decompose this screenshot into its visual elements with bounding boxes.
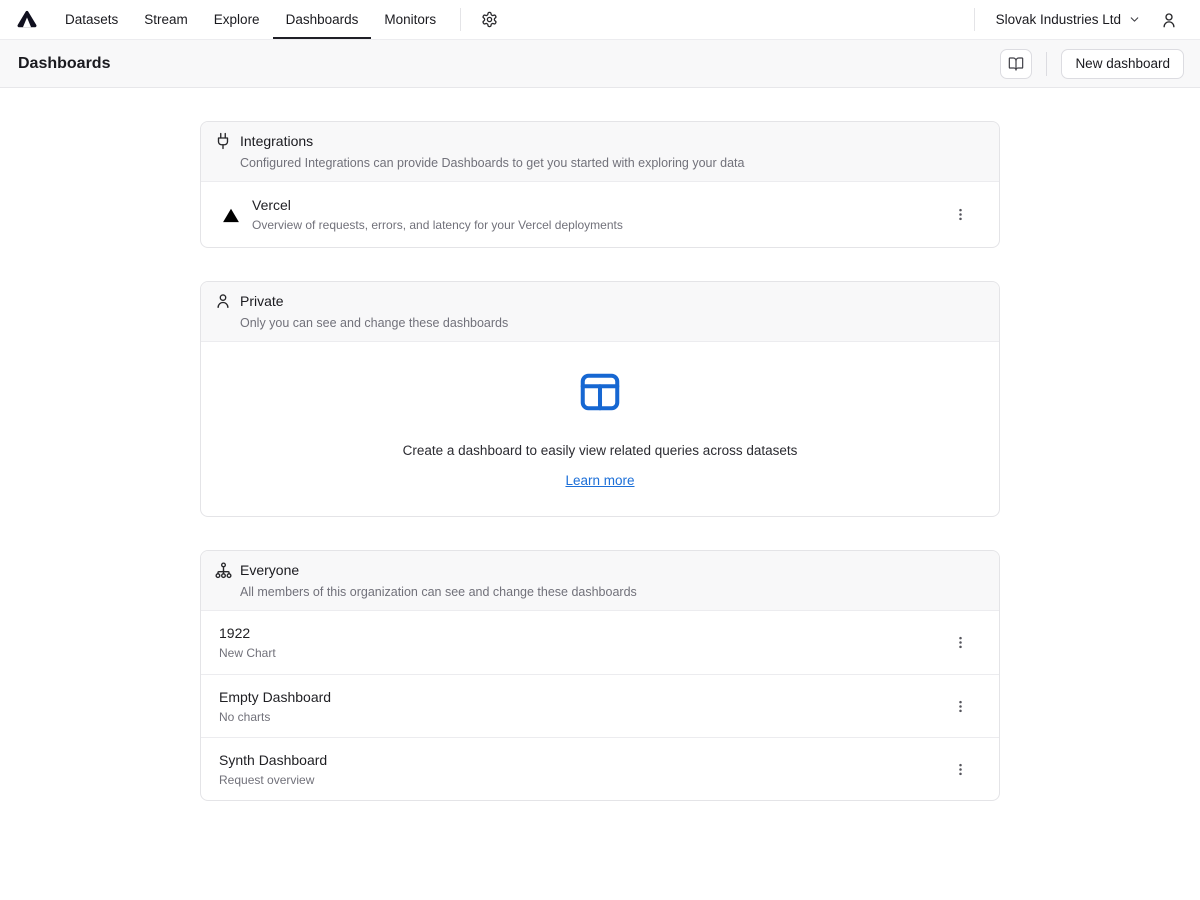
dashboard-row-text: Empty Dashboard No charts bbox=[219, 688, 331, 725]
vercel-logo bbox=[221, 205, 241, 225]
integration-name: Vercel bbox=[252, 196, 623, 214]
nav-item-datasets[interactable]: Datasets bbox=[52, 0, 131, 39]
person-icon bbox=[213, 291, 233, 311]
integrations-card-header: Integrations Configured Integrations can… bbox=[201, 122, 999, 182]
private-empty-state: Create a dashboard to easily view relate… bbox=[201, 342, 999, 516]
page-header: Dashboards New dashboard bbox=[0, 40, 1200, 88]
nav-divider bbox=[974, 8, 975, 31]
integration-description: Overview of requests, errors, and latenc… bbox=[252, 218, 623, 233]
org-switcher[interactable]: Slovak Industries Ltd bbox=[986, 0, 1151, 39]
everyone-title: Everyone bbox=[240, 561, 637, 580]
private-card-header: Private Only you can see and change thes… bbox=[201, 282, 999, 342]
dashboard-description: New Chart bbox=[219, 646, 276, 661]
header-divider bbox=[1046, 52, 1047, 76]
docs-button[interactable] bbox=[1000, 49, 1032, 79]
page-title: Dashboards bbox=[18, 55, 110, 73]
nav-right-group: Slovak Industries Ltd bbox=[963, 0, 1180, 39]
kebab-icon bbox=[953, 635, 968, 650]
book-icon bbox=[1008, 56, 1024, 72]
private-title: Private bbox=[240, 292, 508, 311]
empty-state-text: Create a dashboard to easily view relate… bbox=[221, 443, 979, 458]
dashboard-name: 1922 bbox=[219, 624, 276, 642]
integrations-card: Integrations Configured Integrations can… bbox=[200, 121, 1000, 248]
dashboard-row-text: 1922 New Chart bbox=[219, 624, 276, 661]
everyone-header-text: Everyone All members of this organizatio… bbox=[240, 561, 637, 600]
kebab-icon bbox=[953, 762, 968, 777]
dashboards-content: Integrations Configured Integrations can… bbox=[200, 88, 1000, 801]
dashboard-row-menu-button[interactable] bbox=[946, 692, 974, 720]
integration-row-text: Vercel Overview of requests, errors, and… bbox=[252, 196, 623, 233]
nav-item-monitors[interactable]: Monitors bbox=[371, 0, 449, 39]
kebab-icon bbox=[953, 699, 968, 714]
vercel-row-menu-button[interactable] bbox=[946, 201, 974, 229]
org-chart-icon bbox=[213, 560, 233, 580]
axiom-logo[interactable] bbox=[0, 0, 52, 39]
dashboard-row-1922[interactable]: 1922 New Chart bbox=[201, 611, 999, 674]
nav-item-stream[interactable]: Stream bbox=[131, 0, 201, 39]
integrations-title: Integrations bbox=[240, 132, 744, 151]
nav-item-dashboards[interactable]: Dashboards bbox=[273, 0, 372, 39]
dashboard-description: No charts bbox=[219, 710, 331, 725]
dashboard-description: Request overview bbox=[219, 773, 327, 788]
nav-divider bbox=[460, 8, 461, 31]
top-nav: Datasets Stream Explore Dashboards Monit… bbox=[0, 0, 1200, 40]
integrations-subtitle: Configured Integrations can provide Dash… bbox=[240, 156, 744, 171]
dashboard-row-menu-button[interactable] bbox=[946, 629, 974, 657]
private-card: Private Only you can see and change thes… bbox=[200, 281, 1000, 517]
settings-button[interactable] bbox=[472, 0, 507, 39]
dashboard-row-text: Synth Dashboard Request overview bbox=[219, 751, 327, 788]
dashboard-row-synth-dashboard[interactable]: Synth Dashboard Request overview bbox=[201, 737, 999, 800]
private-subtitle: Only you can see and change these dashbo… bbox=[240, 316, 508, 331]
private-header-text: Private Only you can see and change thes… bbox=[240, 292, 508, 331]
axiom-logo-icon bbox=[17, 10, 37, 29]
dashboard-layout-icon bbox=[577, 369, 623, 415]
user-menu-button[interactable] bbox=[1151, 0, 1180, 39]
chevron-down-icon bbox=[1128, 13, 1141, 26]
dashboard-row-menu-button[interactable] bbox=[946, 755, 974, 783]
plug-icon bbox=[213, 131, 233, 151]
everyone-card: Everyone All members of this organizatio… bbox=[200, 550, 1000, 801]
integrations-header-text: Integrations Configured Integrations can… bbox=[240, 132, 744, 171]
user-icon bbox=[1160, 11, 1178, 29]
nav-item-explore[interactable]: Explore bbox=[201, 0, 273, 39]
dashboard-name: Empty Dashboard bbox=[219, 688, 331, 706]
integration-row-vercel[interactable]: Vercel Overview of requests, errors, and… bbox=[201, 182, 999, 247]
dashboard-row-empty-dashboard[interactable]: Empty Dashboard No charts bbox=[201, 674, 999, 737]
kebab-icon bbox=[953, 207, 968, 222]
new-dashboard-button[interactable]: New dashboard bbox=[1061, 49, 1184, 79]
learn-more-link[interactable]: Learn more bbox=[565, 473, 634, 488]
everyone-card-header: Everyone All members of this organizatio… bbox=[201, 551, 999, 611]
org-name: Slovak Industries Ltd bbox=[996, 12, 1121, 27]
page-header-actions: New dashboard bbox=[1000, 49, 1184, 79]
everyone-subtitle: All members of this organization can see… bbox=[240, 585, 637, 600]
dashboard-name: Synth Dashboard bbox=[219, 751, 327, 769]
gear-icon bbox=[481, 11, 498, 28]
